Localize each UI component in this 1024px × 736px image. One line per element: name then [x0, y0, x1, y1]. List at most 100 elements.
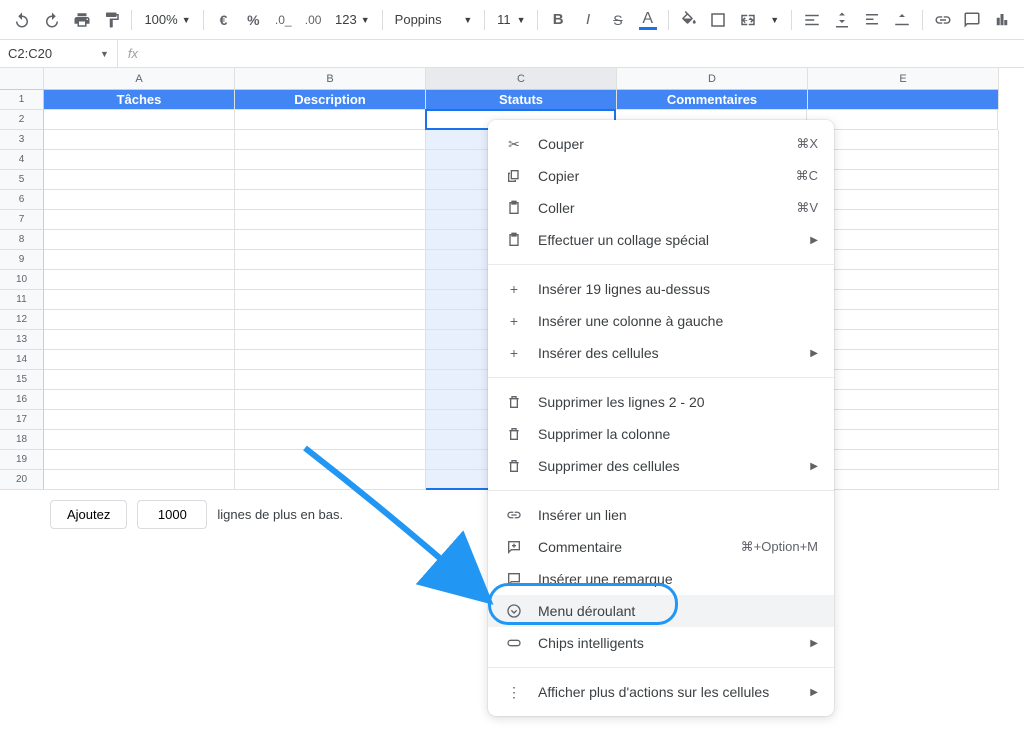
zoom-dropdown[interactable]: 100% ▼ [138, 6, 196, 34]
cell[interactable] [808, 170, 999, 190]
header-cell[interactable] [808, 90, 999, 110]
cell[interactable] [808, 470, 999, 490]
cell[interactable] [44, 210, 235, 230]
font-dropdown[interactable]: Poppins ▼ [389, 6, 479, 34]
cell[interactable] [235, 210, 426, 230]
column-header[interactable]: C [426, 68, 617, 90]
cell[interactable] [808, 370, 999, 390]
cell[interactable] [808, 430, 999, 450]
menu-smart-chips[interactable]: Chips intelligents▶ [488, 627, 834, 659]
cell[interactable] [808, 290, 999, 310]
text-color-icon[interactable]: A [634, 6, 662, 34]
menu-comment[interactable]: Commentaire⌘+Option+M [488, 531, 834, 563]
row-header[interactable]: 18 [0, 430, 44, 450]
cell[interactable] [235, 230, 426, 250]
decrease-decimal-icon[interactable]: .0_ [269, 6, 297, 34]
cell[interactable] [44, 110, 235, 130]
insert-comment-icon[interactable] [959, 6, 987, 34]
column-header[interactable]: D [617, 68, 808, 90]
name-box-input[interactable] [0, 42, 100, 66]
cell[interactable] [807, 110, 998, 130]
menu-insert-rows[interactable]: +Insérer 19 lignes au-dessus [488, 273, 834, 305]
menu-delete-cells[interactable]: Supprimer des cellules▶ [488, 450, 834, 482]
borders-icon[interactable] [705, 6, 733, 34]
cell[interactable] [44, 430, 235, 450]
text-rotation-icon[interactable] [888, 6, 916, 34]
vertical-align-icon[interactable] [828, 6, 856, 34]
percent-icon[interactable]: % [239, 6, 267, 34]
menu-insert-cells[interactable]: +Insérer des cellules▶ [488, 337, 834, 369]
merge-cells-icon[interactable] [734, 6, 762, 34]
cell[interactable] [235, 450, 426, 470]
menu-paste[interactable]: Coller⌘V [488, 192, 834, 224]
cell[interactable] [235, 390, 426, 410]
cell[interactable] [808, 150, 999, 170]
menu-delete-rows[interactable]: Supprimer les lignes 2 - 20 [488, 386, 834, 418]
insert-link-icon[interactable] [929, 6, 957, 34]
cell[interactable] [808, 450, 999, 470]
horizontal-align-icon[interactable] [798, 6, 826, 34]
row-header[interactable]: 4 [0, 150, 44, 170]
cell[interactable] [808, 190, 999, 210]
header-cell[interactable]: Tâches [44, 90, 235, 110]
row-header[interactable]: 15 [0, 370, 44, 390]
menu-insert-link[interactable]: Insérer un lien [488, 499, 834, 531]
cell[interactable] [235, 370, 426, 390]
insert-chart-icon[interactable] [988, 6, 1016, 34]
cell[interactable] [235, 410, 426, 430]
merge-dropdown[interactable]: ▼ [764, 6, 785, 34]
cell[interactable] [44, 250, 235, 270]
row-header[interactable]: 16 [0, 390, 44, 410]
cell[interactable] [808, 270, 999, 290]
redo-icon[interactable] [38, 6, 66, 34]
row-header[interactable]: 20 [0, 470, 44, 490]
cell[interactable] [235, 250, 426, 270]
column-header[interactable]: B [235, 68, 426, 90]
cell[interactable] [235, 110, 426, 130]
increase-decimal-icon[interactable]: .00 [299, 6, 327, 34]
font-size-input[interactable]: 11 ▼ [491, 6, 531, 34]
more-formats-dropdown[interactable]: 123 ▼ [329, 6, 376, 34]
cell[interactable] [44, 330, 235, 350]
row-header[interactable]: 9 [0, 250, 44, 270]
cell[interactable] [808, 210, 999, 230]
row-header[interactable]: 1 [0, 90, 44, 110]
currency-icon[interactable]: € [210, 6, 238, 34]
menu-insert-note[interactable]: Insérer une remarque [488, 563, 834, 595]
italic-icon[interactable]: I [574, 6, 602, 34]
cell[interactable] [235, 350, 426, 370]
add-rows-count-input[interactable] [137, 500, 207, 529]
cell[interactable] [44, 370, 235, 390]
select-all-corner[interactable] [0, 68, 44, 90]
cell[interactable] [44, 350, 235, 370]
row-header[interactable]: 10 [0, 270, 44, 290]
cell[interactable] [44, 310, 235, 330]
cell[interactable] [44, 150, 235, 170]
row-header[interactable]: 7 [0, 210, 44, 230]
row-header[interactable]: 19 [0, 450, 44, 470]
header-cell[interactable]: Commentaires [617, 90, 808, 110]
add-rows-button[interactable]: Ajoutez [50, 500, 127, 529]
cell[interactable] [44, 170, 235, 190]
row-header[interactable]: 17 [0, 410, 44, 430]
cell[interactable] [44, 470, 235, 490]
header-cell[interactable]: Statuts [426, 90, 617, 110]
row-header[interactable]: 14 [0, 350, 44, 370]
menu-insert-col[interactable]: +Insérer une colonne à gauche [488, 305, 834, 337]
print-icon[interactable] [68, 6, 96, 34]
cell[interactable] [235, 310, 426, 330]
cell[interactable] [808, 310, 999, 330]
cell[interactable] [44, 290, 235, 310]
cell[interactable] [235, 270, 426, 290]
cell[interactable] [44, 270, 235, 290]
cell[interactable] [235, 130, 426, 150]
fill-color-icon[interactable] [675, 6, 703, 34]
menu-more-actions[interactable]: ⋮Afficher plus d'actions sur les cellule… [488, 676, 834, 708]
row-header[interactable]: 12 [0, 310, 44, 330]
cell[interactable] [808, 330, 999, 350]
cell[interactable] [808, 410, 999, 430]
row-header[interactable]: 11 [0, 290, 44, 310]
header-cell[interactable]: Description [235, 90, 426, 110]
row-header[interactable]: 5 [0, 170, 44, 190]
menu-cut[interactable]: ✂Couper⌘X [488, 128, 834, 160]
